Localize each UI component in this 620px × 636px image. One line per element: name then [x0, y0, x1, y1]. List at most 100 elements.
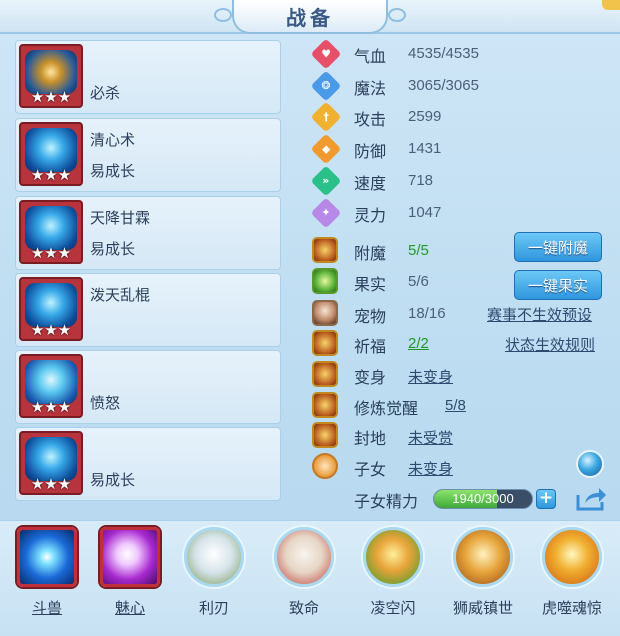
- star-rating: ★★★: [30, 166, 72, 184]
- attr-label: 祈福: [354, 337, 387, 356]
- skill-desc: 愤怒: [90, 394, 121, 412]
- stat-value: 4535/4535: [408, 45, 479, 62]
- skill-icon: ★★★: [19, 354, 83, 418]
- stat-value: 1431: [408, 140, 442, 157]
- bottom-skill[interactable]: 利刃: [181, 527, 247, 617]
- attr-fruit: 果实 5/6 一键果实: [312, 268, 612, 300]
- skill-card[interactable]: ★★★ 愤怒: [15, 350, 281, 424]
- child-vigor-bar: 1940/3000: [433, 489, 533, 509]
- skill-icon: ★★★: [19, 277, 83, 341]
- skill-card[interactable]: ★★★ 天降甘霖 易成长: [15, 196, 281, 270]
- status-rules-link[interactable]: 状态生效规则: [505, 334, 595, 355]
- swirl-ornament-icon: [214, 8, 232, 22]
- skill-label: 虎噬魂惊: [541, 599, 602, 617]
- bottom-skill[interactable]: 致命: [271, 527, 337, 617]
- star-rating: ★★★: [30, 321, 72, 339]
- sharp-blade-skill-icon: [184, 527, 244, 587]
- globe-icon[interactable]: [576, 450, 604, 478]
- attr-value[interactable]: 2/2: [408, 335, 429, 352]
- speed-icon: »: [310, 165, 342, 197]
- sword-icon: †: [310, 101, 342, 133]
- tiger-soul-skill-icon: [542, 527, 602, 587]
- spirit-icon: ✦: [310, 197, 342, 229]
- attr-value[interactable]: 5/8: [445, 397, 466, 414]
- bottom-skill[interactable]: 斗兽: [14, 527, 80, 617]
- skill-desc: 必杀: [90, 84, 121, 102]
- attr-fief: 封地 未受赏: [312, 422, 612, 450]
- event-preset-link[interactable]: 赛事不生效预设: [487, 304, 592, 325]
- stat-value: 3065/3065: [408, 77, 479, 94]
- star-rating: ★★★: [30, 398, 72, 416]
- skill-name: 泼天乱棍: [90, 286, 151, 304]
- attr-value: 5/5: [408, 242, 429, 259]
- skill-label: 利刃: [198, 599, 229, 617]
- stat-label: 速度: [354, 174, 387, 193]
- stat-label: 攻击: [354, 110, 387, 129]
- one-click-fruit-button[interactable]: 一键果实: [514, 270, 602, 300]
- attr-value[interactable]: 未受赏: [408, 427, 453, 448]
- skill-name: 天降甘霖: [90, 209, 151, 227]
- attr-enchant: 附魔 5/5 一键附魔: [312, 232, 612, 265]
- skill-icon: ★★★: [19, 44, 83, 108]
- attr-label: 封地: [354, 429, 387, 448]
- pet-icon: [312, 300, 338, 326]
- skill-desc: 易成长: [90, 240, 136, 258]
- awaken-icon: [312, 392, 338, 418]
- skill-label: 斗兽: [31, 599, 62, 617]
- charm-skill-icon: [100, 527, 160, 587]
- fief-icon: [312, 422, 338, 448]
- attr-label: 子女: [354, 460, 387, 479]
- bottom-skill[interactable]: 凌空闪: [360, 527, 426, 617]
- lethal-skill-icon: [274, 527, 334, 587]
- skill-icon: ★★★: [19, 122, 83, 186]
- skill-label: 狮威镇世: [452, 599, 513, 617]
- skill-desc: 易成长: [90, 162, 136, 180]
- add-vigor-button[interactable]: +: [536, 489, 556, 509]
- skill-name: 清心术: [90, 131, 136, 149]
- skill-card[interactable]: ★★★ 易成长: [15, 427, 281, 501]
- bottom-skill[interactable]: 虎噬魂惊: [539, 527, 605, 617]
- page-title: 战备: [286, 5, 334, 30]
- attr-label: 果实: [354, 275, 387, 294]
- attr-awaken: 修炼觉醒 5/8: [312, 392, 612, 420]
- star-rating: ★★★: [30, 88, 72, 106]
- vigor-text: 1940/3000: [452, 491, 514, 506]
- skill-desc: 易成长: [90, 471, 136, 489]
- attr-transform: 变身 未变身: [312, 361, 612, 389]
- skill-icon: ★★★: [19, 431, 83, 495]
- attr-label: 附魔: [354, 244, 387, 263]
- attr-value: 5/6: [408, 273, 429, 290]
- stat-spirit: ✦ 灵力 1047: [310, 197, 612, 229]
- stat-speed: » 速度 718: [310, 165, 612, 197]
- attr-label: 修炼觉醒: [354, 399, 419, 418]
- corner-ornament: [602, 0, 620, 10]
- stat-value: 718: [408, 172, 434, 189]
- bottom-skill[interactable]: 魅心: [97, 527, 163, 617]
- stat-label: 灵力: [354, 206, 387, 225]
- skill-card[interactable]: ★★★ 泼天乱棍: [15, 273, 281, 347]
- skill-card[interactable]: ★★★ 清心术 易成长: [15, 118, 281, 192]
- stat-value: 2599: [408, 108, 442, 125]
- bottom-skill[interactable]: 狮威镇世: [450, 527, 516, 617]
- stat-label: 防御: [354, 142, 387, 161]
- attr-label: 宠物: [354, 307, 387, 326]
- stat-defense: ◆ 防御 1431: [310, 133, 612, 165]
- stat-hp: ♥ 气血 4535/4535: [310, 38, 612, 70]
- skill-label: 魅心: [114, 599, 145, 617]
- enchant-icon: [312, 237, 338, 263]
- attr-child: 子女 未变身: [312, 453, 612, 481]
- aerial-dodge-skill-icon: [363, 527, 423, 587]
- fruit-icon: [312, 268, 338, 294]
- heart-icon: ♥: [310, 38, 342, 70]
- skill-label: 致命: [288, 599, 319, 617]
- skill-card[interactable]: ★★★ 必杀: [15, 40, 281, 114]
- attr-value[interactable]: 未变身: [408, 458, 453, 479]
- attr-value[interactable]: 未变身: [408, 366, 453, 387]
- one-click-enchant-button[interactable]: 一键附魔: [514, 232, 602, 262]
- stat-attack: † 攻击 2599: [310, 101, 612, 133]
- title-plate: 战备: [232, 0, 388, 34]
- attr-label: 变身: [354, 368, 387, 387]
- share-icon[interactable]: [575, 486, 607, 512]
- magic-icon: ❂: [310, 70, 342, 102]
- stat-mp: ❂ 魔法 3065/3065: [310, 70, 612, 102]
